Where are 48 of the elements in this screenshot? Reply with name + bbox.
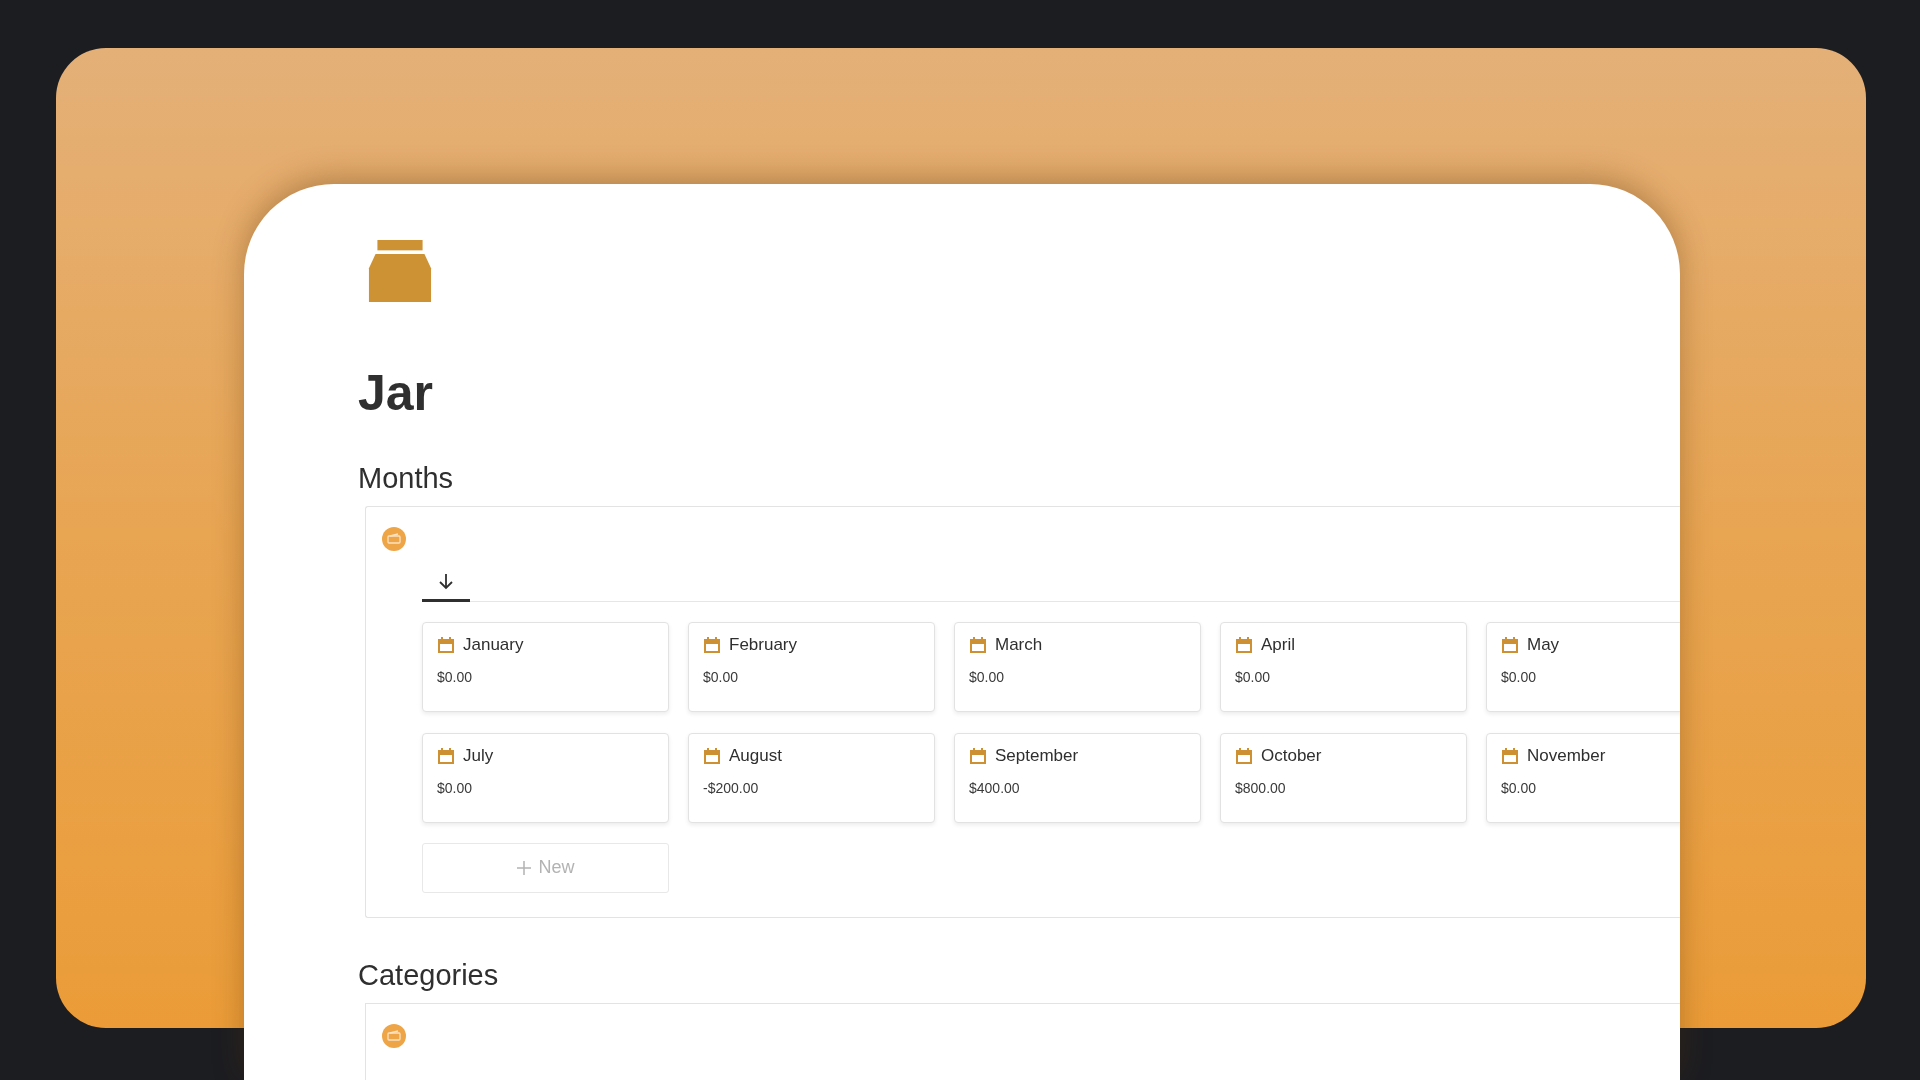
- month-name: October: [1261, 745, 1322, 766]
- calendar-icon: [703, 635, 721, 654]
- ticket-icon: [387, 532, 401, 545]
- month-name: February: [729, 634, 798, 655]
- month-card[interactable]: February $0.00: [688, 621, 935, 712]
- page-title: Jar: [358, 365, 435, 421]
- month-card[interactable]: April $0.00: [1220, 621, 1467, 712]
- calendar-icon: [437, 635, 455, 654]
- plus-icon: [516, 859, 533, 876]
- ticket-icon: [387, 1029, 401, 1042]
- section-heading: Categories: [358, 957, 500, 993]
- month-card[interactable]: October $800.00: [1220, 732, 1467, 823]
- calendar-icon: [969, 746, 987, 765]
- month-name: January: [463, 634, 524, 655]
- calendar-icon: [1501, 635, 1519, 654]
- month-amount: $0.00: [1501, 668, 1538, 685]
- calendar-icon: [1235, 635, 1253, 654]
- calendar-icon: [703, 746, 721, 765]
- month-name: August: [729, 745, 782, 766]
- section-heading: Months: [358, 460, 455, 496]
- month-card[interactable]: September $400.00: [954, 732, 1201, 823]
- month-card[interactable]: November $0.00: [1486, 732, 1680, 823]
- month-amount: $400.00: [969, 779, 1021, 796]
- calendar-icon: [969, 635, 987, 654]
- calendar-icon: [1501, 746, 1519, 765]
- month-card[interactable]: July $0.00: [422, 732, 669, 823]
- month-card[interactable]: August -$200.00: [688, 732, 935, 823]
- calendar-icon: [1235, 746, 1253, 765]
- month-amount: $0.00: [437, 779, 474, 796]
- calendar-icon: [437, 746, 455, 765]
- month-amount: -$200.00: [703, 779, 760, 796]
- arrow-down-icon: [437, 571, 455, 590]
- month-name: March: [995, 634, 1043, 655]
- month-name: May: [1527, 634, 1560, 655]
- month-name: September: [995, 745, 1079, 766]
- month-amount: $0.00: [1501, 779, 1538, 796]
- month-amount: $0.00: [969, 668, 1006, 685]
- month-name: July: [463, 745, 494, 766]
- month-card[interactable]: May $0.00: [1486, 621, 1680, 712]
- month-amount: $0.00: [703, 668, 740, 685]
- month-name: April: [1261, 634, 1295, 655]
- jar-icon: [366, 240, 434, 304]
- month-amount: $0.00: [1235, 668, 1272, 685]
- month-name: November: [1527, 745, 1606, 766]
- month-amount: $0.00: [437, 668, 474, 685]
- month-amount: $800.00: [1235, 779, 1287, 796]
- month-card[interactable]: January $0.00: [422, 621, 669, 712]
- month-card[interactable]: March $0.00: [954, 621, 1201, 712]
